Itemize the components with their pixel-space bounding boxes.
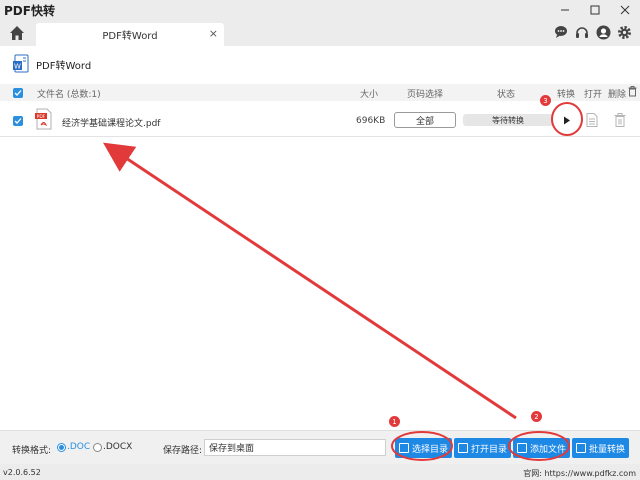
save-icon [399,443,409,453]
section-title: PDF转Word [36,60,92,72]
file-name: 经济学基础课程论文.pdf [62,119,161,129]
batch-convert-label: 批量转换 [589,444,626,455]
header-trash-icon[interactable] [628,86,637,100]
tab-label: PDF转Word [102,31,158,42]
format-label: 转换格式: [12,446,52,456]
home-icon[interactable] [9,25,25,41]
minimize-button[interactable] [550,0,580,20]
open-dir-button[interactable]: 打开目录 [454,438,512,458]
step-badge-1: 1 [389,416,400,427]
choose-dir-button[interactable]: 选择目录 [395,438,453,458]
minimize-icon [561,9,569,11]
batch-convert-button[interactable]: 批量转换 [572,438,630,458]
header-icons [553,24,632,40]
header-size: 大小 [360,90,379,100]
step-badge-2: 2 [531,411,542,422]
save-path-input[interactable]: 保存到桌面 [204,439,386,456]
delete-row-icon[interactable] [614,113,626,127]
chat-icon[interactable] [553,24,569,40]
tab-pdf-to-word[interactable]: PDF转Word × [36,23,224,46]
page-select-button[interactable]: 全部 [394,112,456,128]
annotation-overlay [103,102,583,461]
file-size: 696KB [356,116,386,126]
version-text: v2.0.6.52 [3,468,41,477]
choose-dir-label: 选择目录 [412,444,449,455]
tab-close-icon[interactable]: × [209,27,218,40]
close-icon [620,5,630,15]
headset-icon[interactable] [574,24,590,40]
plus-icon [517,443,527,453]
app-title: PDF快转 [4,3,55,18]
header-page-select: 页码选择 [407,90,444,100]
header-delete: 删除 [608,90,627,100]
add-file-label: 添加文件 [530,444,567,455]
status-badge: 等待转换 [463,114,553,126]
website-text: 官网: https://www.pdfkz.com [523,469,636,478]
window-controls [550,0,640,20]
pdf-file-icon: PDF [35,108,53,130]
radio-docx[interactable] [93,443,102,452]
header-status: 状态 [497,90,516,100]
close-window-button[interactable] [610,0,640,20]
folder-icon [458,443,468,453]
word-icon: W [12,54,30,74]
option-doc-label: .DOC [67,442,91,452]
section-header: W PDF转Word [12,52,91,76]
step-badge-3: 3 [540,95,551,106]
svg-text:W: W [14,62,21,70]
maximize-button[interactable] [580,0,610,20]
radio-doc[interactable] [57,443,66,452]
user-icon[interactable] [595,24,611,40]
batch-icon [576,443,586,453]
bottom-bar: 转换格式: .DOC .DOCX 保存路径: 保存到桌面 选择目录 打开目录 添… [0,430,640,464]
table-row: PDF 经济学基础课程论文.pdf 696KB 全部 等待转换 [0,105,640,137]
add-file-button[interactable]: 添加文件 [513,438,571,458]
open-file-icon[interactable] [586,113,598,127]
title-bar: PDF快转 [0,0,640,20]
header-open: 打开 [584,90,603,100]
convert-play-button[interactable] [557,111,577,129]
tab-bar: PDF转Word × [0,20,640,46]
svg-text:PDF: PDF [37,114,46,120]
option-docx-label: .DOCX [103,442,133,452]
open-dir-label: 打开目录 [471,444,508,455]
select-all-checkbox[interactable] [13,88,23,98]
header-filename: 文件名 (总数:1) [37,90,101,100]
row-checkbox[interactable] [13,116,23,126]
header-convert: 转换 [557,90,576,100]
annotation-arrow [103,142,517,420]
settings-icon[interactable] [616,24,632,40]
maximize-icon [590,5,600,15]
play-icon [564,116,570,124]
save-path-label: 保存路径: [163,446,203,456]
status-bar: v2.0.6.52 官网: https://www.pdfkz.com [0,464,640,480]
